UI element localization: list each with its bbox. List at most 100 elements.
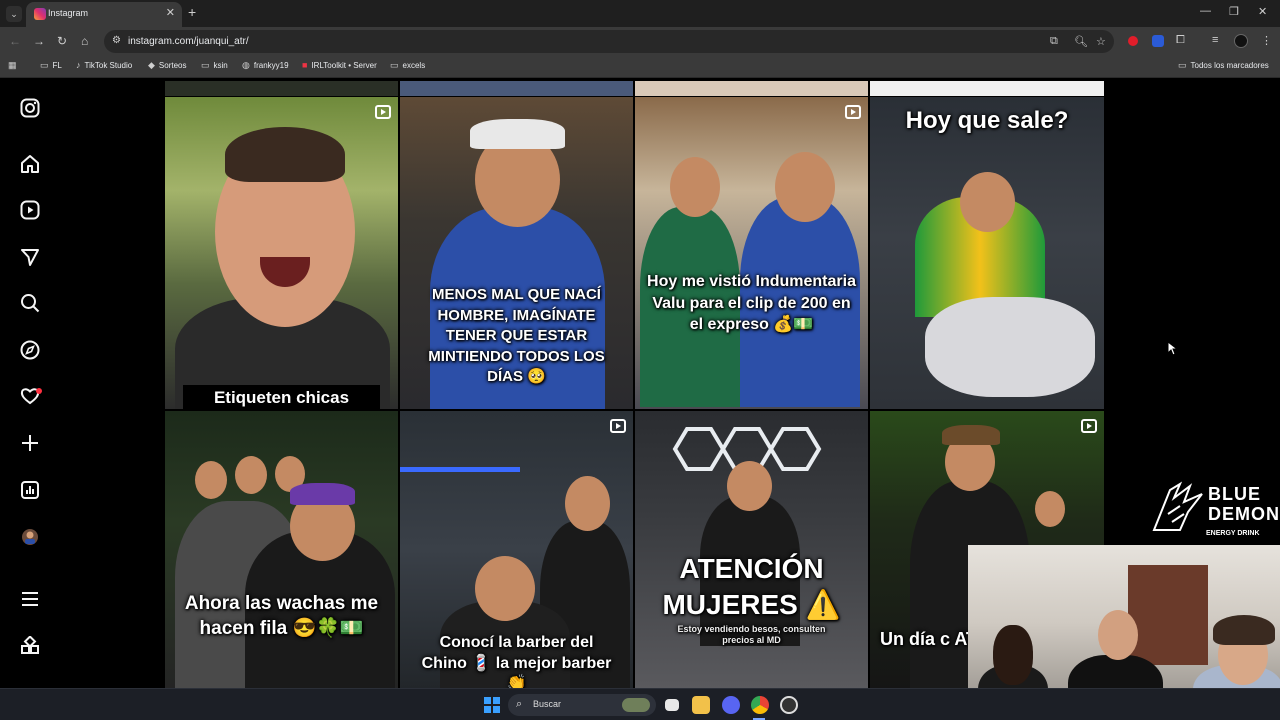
taskbar-search[interactable]: ⌕ Buscar <box>508 694 656 716</box>
post-thumbnail[interactable]: Hoy me vistió Indumentaria Valu para el … <box>635 97 868 409</box>
instagram-favicon-icon <box>34 8 46 20</box>
all-bookmarks[interactable]: ▭ Todos los marcadores <box>1178 60 1269 71</box>
person-face <box>1035 491 1065 527</box>
search-highlight-icon <box>622 698 650 712</box>
more-menu-icon[interactable] <box>18 589 42 613</box>
dashboard-icon[interactable] <box>18 480 42 504</box>
install-app-icon[interactable]: ⧉ <box>1050 35 1058 48</box>
person-hair <box>993 625 1033 685</box>
folder-icon: ▭ <box>201 60 210 70</box>
close-window-button[interactable]: ✕ <box>1258 5 1267 18</box>
apps-grid-icon[interactable]: ▦ <box>8 60 21 71</box>
mouse-cursor-icon <box>1168 342 1178 356</box>
reel-icon <box>375 105 391 119</box>
menu-kebab-icon[interactable]: ⋮ <box>1261 34 1272 47</box>
motorcycle-shape <box>925 297 1095 397</box>
irl-icon: ■ <box>302 60 308 70</box>
cap-shape <box>290 483 355 505</box>
home-button[interactable]: ⌂ <box>81 34 88 48</box>
post-thumbnail[interactable]: Hoy que sale? <box>870 97 1104 409</box>
obs-icon[interactable] <box>780 696 798 714</box>
back-button[interactable]: ← <box>9 34 21 48</box>
bookmark-frankyy19[interactable]: ◍ frankyy19 <box>242 60 289 71</box>
task-view-icon[interactable] <box>665 699 679 711</box>
post-subcaption: Estoy vendiendo besos, consulten precios… <box>677 624 826 645</box>
bookmark-tiktok-studio[interactable]: ♪ TikTok Studio <box>76 60 132 70</box>
post-thumbnail[interactable]: MENOS MAL QUE NACÍ HOMBRE, IMAGÍNATE TEN… <box>400 97 633 409</box>
tiktok-icon: ♪ <box>76 60 81 70</box>
bookmark-ksin[interactable]: ▭ ksin <box>201 60 228 71</box>
brand-name-line2: DEMON <box>1208 504 1280 524</box>
profile-avatar[interactable] <box>1234 34 1248 48</box>
extension-red-icon[interactable] <box>1128 36 1138 46</box>
door-shape <box>1128 565 1208 665</box>
windows-start-icon[interactable] <box>484 697 500 713</box>
bookmark-irltoolkit[interactable]: ■ IRLToolkit • Server <box>302 60 377 70</box>
profile-avatar-icon[interactable] <box>18 527 42 551</box>
person-face <box>195 461 227 499</box>
folder-icon: ▭ <box>40 60 49 70</box>
url-text: instagram.com/juanqui_atr/ <box>128 36 249 47</box>
brand-tagline: ENERGY DRINK <box>1206 530 1260 537</box>
person-face <box>670 157 720 217</box>
instagram-sidebar <box>0 78 60 688</box>
person-face <box>960 172 1015 232</box>
explore-compass-icon[interactable] <box>18 340 42 364</box>
post-thumbnail[interactable]: ATENCIÓN MUJERES ⚠️ Estoy vendiendo beso… <box>635 411 868 688</box>
blue-demon-mask-icon <box>1152 481 1203 531</box>
post-caption: Hoy que sale? <box>905 107 1069 134</box>
post-caption: Ahora las wachas me hacen fila 😎🍀💵 <box>184 593 379 639</box>
file-explorer-icon[interactable] <box>692 696 710 714</box>
person-face <box>475 556 535 621</box>
post-caption: Conocí la barber del Chino 💈 la mejor ba… <box>421 634 612 688</box>
post-thumbnail[interactable]: Conocí la barber del Chino 💈 la mejor ba… <box>400 411 633 688</box>
reel-icon <box>610 419 626 433</box>
bookmark-excels[interactable]: ▭ excels <box>390 60 425 71</box>
hair-shape <box>225 127 345 182</box>
forward-button[interactable]: → <box>33 34 45 48</box>
post-thumbnail-partial[interactable] <box>635 81 868 96</box>
post-thumbnail[interactable]: Etiqueten chicas <box>165 97 398 409</box>
maximize-button[interactable]: ❐ <box>1229 5 1239 18</box>
tab-search-button[interactable]: ⌄ <box>6 6 22 22</box>
tab-instagram[interactable]: Instagram ✕ <box>26 2 182 27</box>
person-face <box>565 476 610 531</box>
cap-shape <box>942 425 1000 445</box>
reels-icon[interactable] <box>18 200 42 224</box>
bookmark-star-icon[interactable]: ☆ <box>1096 35 1106 48</box>
address-bar[interactable]: ⚙ instagram.com/juanqui_atr/ ⧉ 🔍︎ ☆ <box>104 30 1114 53</box>
tab-strip: ⌄ Instagram ✕ + — ❐ ✕ <box>0 0 1280 27</box>
zoom-icon[interactable]: 🔍︎ <box>1074 35 1088 48</box>
windows-taskbar: ⌕ Buscar <box>0 688 1280 720</box>
post-thumbnail-partial[interactable] <box>165 81 398 96</box>
bookmark-sorteos[interactable]: ◆ Sorteos <box>148 60 187 71</box>
folder-icon: ▭ <box>390 60 399 70</box>
new-tab-button[interactable]: + <box>188 4 196 20</box>
post-thumbnail-partial[interactable] <box>400 81 633 96</box>
post-thumbnail-partial[interactable] <box>870 81 1104 96</box>
reload-button[interactable]: ↻ <box>57 34 67 48</box>
extension-blue-icon[interactable] <box>1152 35 1164 47</box>
person-face <box>1098 610 1138 660</box>
messages-icon[interactable] <box>18 247 42 271</box>
bookmarks-bar: ▦ ▭ FL ♪ TikTok Studio ◆ Sorteos ▭ ksin ◍ fra… <box>0 56 1280 78</box>
bookmark-fl[interactable]: ▭ FL <box>40 60 62 71</box>
create-plus-icon[interactable] <box>18 433 42 457</box>
discord-icon[interactable] <box>722 696 740 714</box>
cap-shape <box>470 119 565 149</box>
close-tab-icon[interactable]: ✕ <box>166 6 175 19</box>
extensions-puzzle-icon[interactable]: ⧠ <box>1176 34 1185 47</box>
chrome-icon[interactable] <box>751 696 769 714</box>
also-from-meta-icon[interactable] <box>18 635 42 660</box>
tab-title: Instagram <box>48 8 89 18</box>
person-face <box>775 152 835 222</box>
minimize-button[interactable]: — <box>1200 5 1211 17</box>
site-info-icon[interactable]: ⚙ <box>112 35 121 46</box>
person-face <box>235 456 267 494</box>
search-icon[interactable] <box>18 293 42 317</box>
home-icon[interactable] <box>18 154 42 178</box>
post-thumbnail[interactable]: Ahora las wachas me hacen fila 😎🍀💵 <box>165 411 398 688</box>
media-control-icon[interactable]: ≡ <box>1212 34 1218 46</box>
instagram-logo-icon[interactable] <box>18 98 42 122</box>
notification-badge <box>36 388 42 394</box>
